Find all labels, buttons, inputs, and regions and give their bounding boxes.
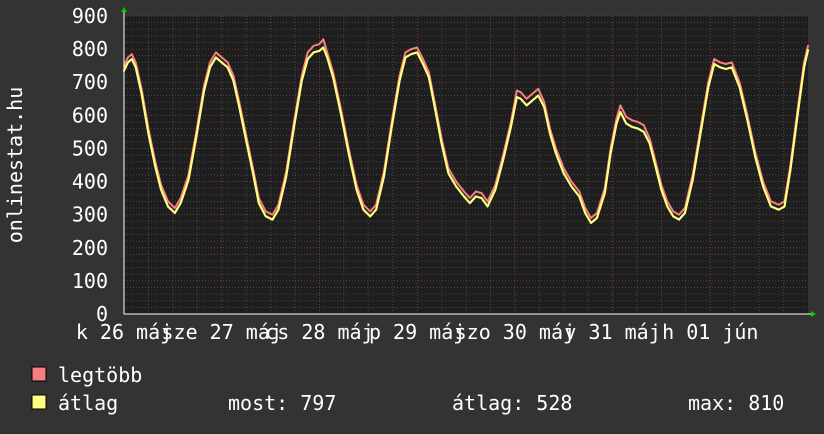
y-tick-label: 300 — [72, 203, 108, 227]
y-tick-label: 500 — [72, 136, 108, 160]
stat-max: max: 810 — [688, 391, 784, 415]
legend-label-atlag: átlag — [58, 391, 118, 415]
y-tick-label: 200 — [72, 236, 108, 260]
y-tick-label: 700 — [72, 70, 108, 94]
x-axis-ticks: k 26 májsze 27 májcs 28 májp 29 májszo 3… — [76, 320, 759, 344]
x-tick-label: sze 27 máj — [162, 320, 282, 344]
x-tick-label: v 31 máj — [564, 320, 660, 344]
y-tick-label: 900 — [72, 4, 108, 28]
y-tick-label: 600 — [72, 103, 108, 127]
x-tick-label: k 26 máj — [76, 320, 172, 344]
stat-most: most: 797 — [228, 391, 336, 415]
x-tick-label: p 29 máj — [369, 320, 465, 344]
y-tick-label: 400 — [72, 170, 108, 194]
y-tick-label: 100 — [72, 269, 108, 293]
chart: 0100200300400500600700800900 k 26 májsze… — [0, 0, 824, 430]
y-axis-label: onlinestat.hu — [3, 87, 27, 244]
legend-swatch-legtobb — [31, 366, 47, 382]
x-tick-label: cs 28 máj — [265, 320, 373, 344]
x-tick-label: szo 30 máj — [455, 320, 575, 344]
x-tick-label: h 01 jún — [662, 320, 758, 344]
y-tick-label: 800 — [72, 37, 108, 61]
legend-label-legtobb: legtöbb — [58, 363, 142, 387]
legend-swatch-atlag — [31, 394, 47, 410]
stat-atlag: átlag: 528 — [452, 391, 572, 415]
